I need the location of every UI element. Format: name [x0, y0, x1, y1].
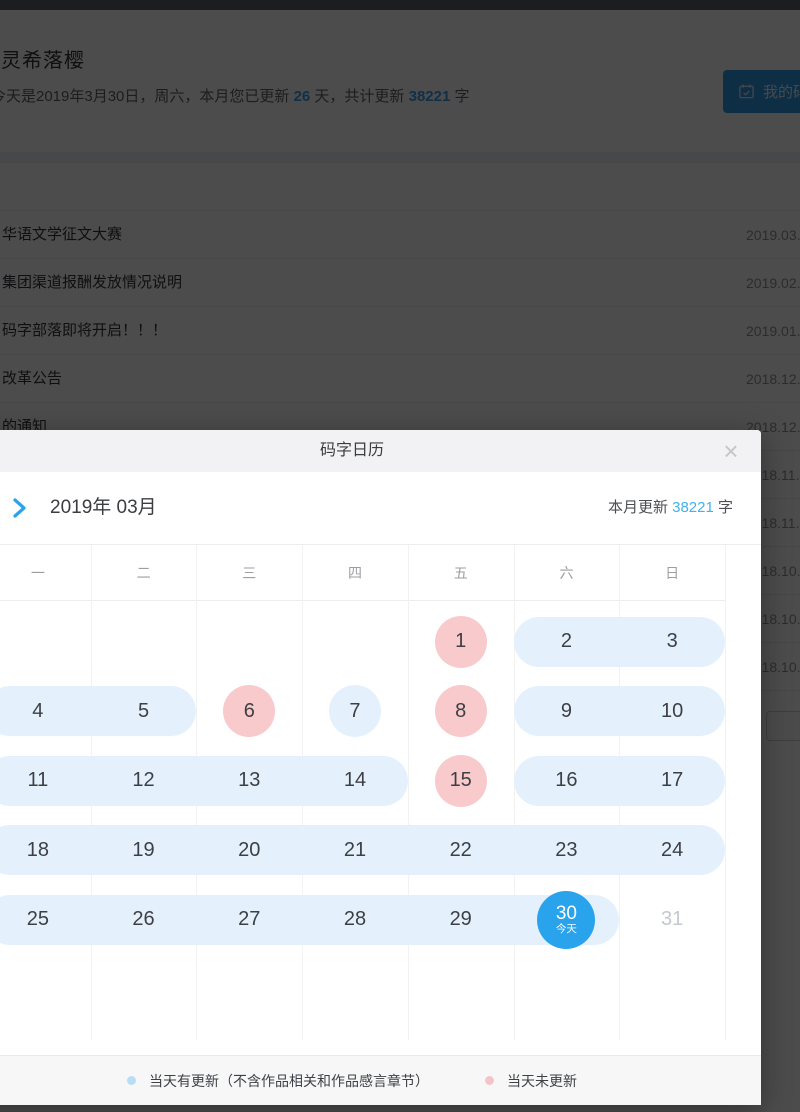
day-cell[interactable]: 21 — [302, 816, 408, 886]
calendar-grid: 1 2 3 4 5 6 7 8 9 10 11 12 13 14 15 16 17 18 19 20 21 22 23 24 2… — [0, 607, 725, 955]
day-cell[interactable]: 5 — [91, 677, 197, 747]
day-cell[interactable]: 11 — [0, 746, 91, 816]
weekday-label: 日 — [665, 565, 680, 581]
day-cell[interactable]: 4 — [0, 677, 91, 747]
day-cell[interactable]: 15 — [408, 746, 514, 816]
day-cell[interactable]: 6 — [196, 677, 302, 747]
weekday-label: 一 — [30, 565, 45, 581]
legend-label: 当天未更新 — [507, 1072, 577, 1089]
month-summary: 本月更新 38221 字 — [607, 499, 733, 516]
close-icon[interactable]: × — [713, 430, 749, 472]
weekday-label: 六 — [559, 565, 574, 581]
day-cell[interactable]: 19 — [91, 816, 197, 886]
today-day-number: 30 — [555, 903, 577, 925]
weekday-label: 二 — [136, 565, 151, 581]
day-cell[interactable]: 8 — [408, 677, 514, 747]
screen: 灵希落樱 今天是2019年3月30日，周六，本月您已更新 26 天，共计更新 3… — [0, 0, 800, 1112]
day-cell[interactable]: 17 — [619, 746, 725, 816]
day-cell[interactable]: 22 — [408, 816, 514, 886]
day-cell[interactable]: 24 — [619, 816, 725, 886]
calendar-modal: 码字日历 × 2019年 03月 本月更新 38221 字 一二三四五六日 12… — [0, 430, 761, 1105]
weekday-label: 三 — [242, 565, 257, 581]
day-cell[interactable]: 10 — [619, 677, 725, 747]
legend-dot-icon — [485, 1076, 494, 1085]
day-cell[interactable]: 12 — [91, 746, 197, 816]
day-cell[interactable]: 14 — [302, 746, 408, 816]
chevron-right-icon[interactable] — [9, 497, 29, 524]
column-separator — [724, 545, 726, 1040]
weekday-header: 一二三四五六日 — [0, 545, 725, 601]
day-cell[interactable]: 18 — [0, 816, 91, 886]
day-cell[interactable]: 1 — [408, 607, 514, 677]
day-cell[interactable]: 13 — [196, 746, 302, 816]
modal-title: 码字日历 — [319, 442, 384, 459]
weekday-label: 五 — [453, 565, 468, 581]
legend-dot-icon — [127, 1076, 136, 1085]
month-summary-value: 38221 — [672, 499, 714, 516]
month-label: 2019年 03月 — [50, 497, 157, 518]
day-cell[interactable]: 28 — [302, 885, 408, 955]
day-cell[interactable]: 23 — [514, 816, 620, 886]
legend-label: 当天有更新（不含作品相关和作品感言章节） — [149, 1072, 429, 1089]
month-nav-row: 2019年 03月 本月更新 38221 字 — [0, 472, 761, 545]
day-cell[interactable]: 26 — [91, 885, 197, 955]
legend-item: 当天有更新（不含作品相关和作品感言章节） — [127, 1071, 429, 1091]
day-cell[interactable]: 31 — [619, 885, 725, 955]
day-cell[interactable]: 9 — [514, 677, 620, 747]
legend-bar: 当天有更新（不含作品相关和作品感言章节） 当天未更新 — [0, 1055, 761, 1105]
day-cell[interactable]: 29 — [408, 885, 514, 955]
day-cell[interactable]: 7 — [302, 677, 408, 747]
today-label: 今天 — [555, 923, 577, 936]
today-badge[interactable]: 30 今天 — [537, 890, 596, 949]
day-cell[interactable]: 27 — [196, 885, 302, 955]
day-cell[interactable]: 25 — [0, 885, 91, 955]
day-cell[interactable]: 2 — [514, 607, 620, 677]
weekday-label: 四 — [348, 565, 363, 581]
day-cell[interactable]: 20 — [196, 816, 302, 886]
day-cell[interactable]: 3 — [619, 607, 725, 677]
day-cell[interactable]: 16 — [514, 746, 620, 816]
modal-titlebar: 码字日历 × — [0, 430, 761, 472]
legend-item: 当天未更新 — [485, 1071, 577, 1091]
